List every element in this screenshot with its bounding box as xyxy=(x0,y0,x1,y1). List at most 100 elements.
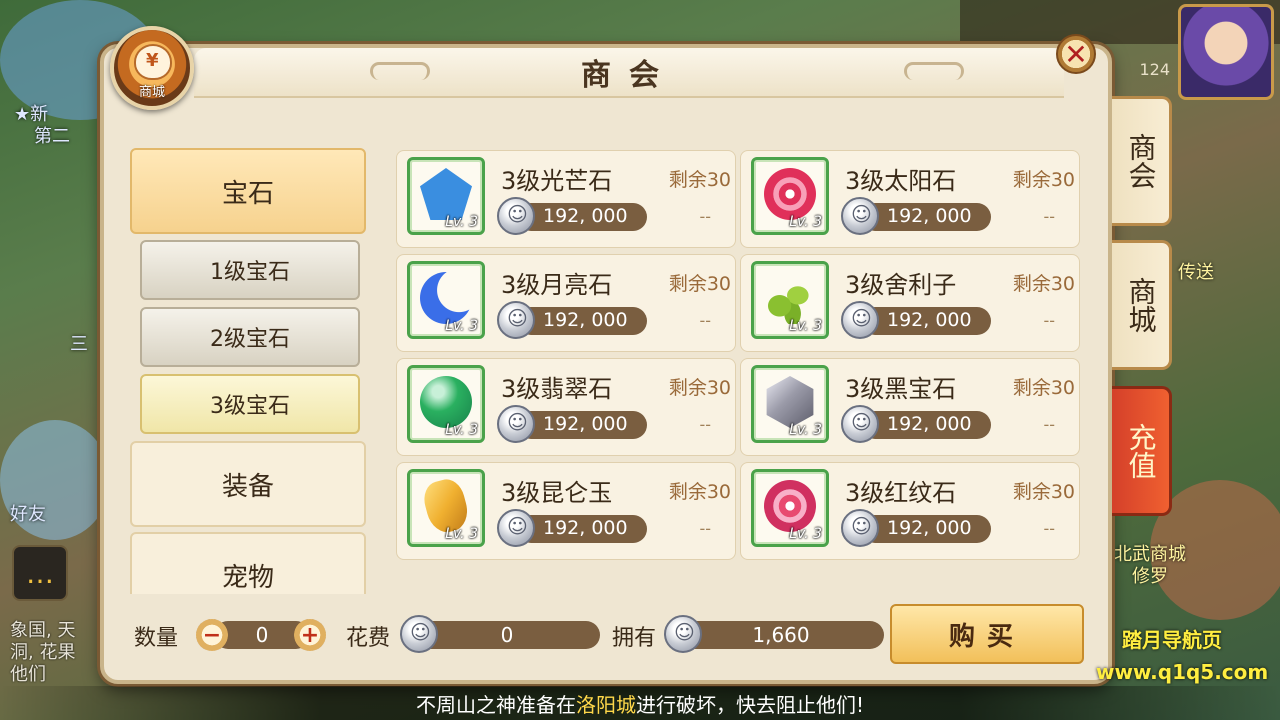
decrease-button[interactable]: − xyxy=(196,619,228,651)
item-level: Lv. 3 xyxy=(445,422,478,438)
item-level: Lv. 3 xyxy=(789,422,822,438)
category-pets[interactable]: 宠物 xyxy=(130,532,366,594)
item-remaining: 剩余30 xyxy=(1012,377,1075,399)
item-name: 3级月亮石 xyxy=(501,271,613,299)
item-name: 3级黑宝石 xyxy=(845,375,957,403)
price-bar: 192, 000 xyxy=(517,307,647,335)
item-card[interactable]: Lv. 3 3级昆仑玉 剩余30 192, 000 -- xyxy=(396,462,736,560)
owned-label: 拥有 xyxy=(612,626,657,651)
item-discount: -- xyxy=(699,311,711,330)
system-announcement: 不周山之神准备在 洛阳城 进行破坏，快去阻止他们! xyxy=(0,686,1280,720)
item-icon-frame: Lv. 3 xyxy=(751,469,829,547)
item-price: 192, 000 xyxy=(543,413,628,435)
item-icon-frame: Lv. 3 xyxy=(407,261,485,339)
friends-label[interactable]: 好友 xyxy=(10,500,46,526)
shop-badge-icon: ¥ 商城 xyxy=(110,26,194,110)
watermark-url: www.q1q5.com xyxy=(1096,660,1269,684)
silver-coin-icon xyxy=(841,197,879,235)
item-level: Lv. 3 xyxy=(445,318,478,334)
item-level: Lv. 3 xyxy=(789,214,822,230)
price-bar: 192, 000 xyxy=(861,515,991,543)
bg-text: 修罗 xyxy=(1132,566,1168,587)
item-discount: -- xyxy=(699,207,711,226)
category-gem-lv3[interactable]: 3级宝石 xyxy=(140,374,360,434)
item-level: Lv. 3 xyxy=(789,318,822,334)
shop-badge-label: 商城 xyxy=(138,85,165,100)
buy-button[interactable]: 购买 xyxy=(890,604,1084,664)
bg-text: 三 xyxy=(70,334,88,355)
item-card[interactable]: Lv. 3 3级舍利子 剩余30 192, 000 -- xyxy=(740,254,1080,352)
category-list: 宝石 1级宝石 2级宝石 3级宝石 装备 宠物 xyxy=(128,146,370,594)
silver-coin-icon xyxy=(497,509,535,547)
bg-text: 第二 xyxy=(34,126,70,147)
tab-recharge[interactable]: 充值 xyxy=(1112,386,1172,516)
price-bar: 192, 000 xyxy=(861,203,991,231)
owned-value: 1,660 xyxy=(678,621,884,649)
silver-coin-icon xyxy=(841,405,879,443)
cloud-ornament xyxy=(370,62,430,80)
player-avatar[interactable] xyxy=(1178,4,1274,100)
item-card[interactable]: Lv. 3 3级红纹石 剩余30 192, 000 -- xyxy=(740,462,1080,560)
category-gem-lv2[interactable]: 2级宝石 xyxy=(140,307,360,367)
item-level: Lv. 3 xyxy=(445,526,478,542)
item-discount: -- xyxy=(699,415,711,434)
item-icon-frame: Lv. 3 xyxy=(751,157,829,235)
silver-coin-icon xyxy=(841,509,879,547)
item-level: Lv. 3 xyxy=(789,526,822,542)
item-icon-frame: Lv. 3 xyxy=(407,469,485,547)
item-price: 192, 000 xyxy=(543,205,628,227)
item-card[interactable]: Lv. 3 3级太阳石 剩余30 192, 000 -- xyxy=(740,150,1080,248)
announcement-location: 洛阳城 xyxy=(575,692,636,717)
price-bar: 192, 000 xyxy=(517,203,647,231)
item-card[interactable]: Lv. 3 3级黑宝石 剩余30 192, 000 -- xyxy=(740,358,1080,456)
item-remaining: 剩余30 xyxy=(1012,169,1075,191)
item-icon-frame: Lv. 3 xyxy=(407,157,485,235)
chat-icon[interactable]: … xyxy=(12,545,68,601)
gem-swirl-icon xyxy=(764,168,816,220)
yen-symbol: ¥ xyxy=(146,50,159,71)
tab-mall[interactable]: 商城 xyxy=(1112,240,1172,370)
gem-diamond-icon xyxy=(766,376,814,428)
item-discount: -- xyxy=(1043,207,1055,226)
increase-button[interactable]: + xyxy=(294,619,326,651)
item-card[interactable]: Lv. 3 3级翡翠石 剩余30 192, 000 -- xyxy=(396,358,736,456)
watermark-title: 踏月导航页 xyxy=(1122,628,1222,652)
silver-coin-icon xyxy=(497,405,535,443)
cost-label: 花费 xyxy=(346,626,391,651)
item-icon-frame: Lv. 3 xyxy=(407,365,485,443)
category-equipment[interactable]: 装备 xyxy=(130,441,366,527)
item-remaining: 剩余30 xyxy=(668,481,731,503)
tab-chamber-of-commerce[interactable]: 商会 xyxy=(1112,96,1172,226)
shop-title-bar: 商会 xyxy=(194,48,1064,98)
item-remaining: 剩余30 xyxy=(668,377,731,399)
announcement-prefix: 不周山之神准备在 xyxy=(415,692,576,717)
price-bar: 192, 000 xyxy=(517,411,647,439)
price-bar: 192, 000 xyxy=(861,411,991,439)
item-price: 192, 000 xyxy=(887,205,972,227)
item-card[interactable]: Lv. 3 3级月亮石 剩余30 192, 000 -- xyxy=(396,254,736,352)
quantity-label: 数量 xyxy=(134,626,179,651)
category-gem-lv1[interactable]: 1级宝石 xyxy=(140,240,360,300)
item-remaining: 剩余30 xyxy=(668,169,731,191)
chat-log: 象国, 天 洞, 花果 他们 xyxy=(10,620,100,686)
category-gems[interactable]: 宝石 xyxy=(130,148,366,234)
item-name: 3级舍利子 xyxy=(845,271,957,299)
gem-moon-icon xyxy=(420,272,472,324)
close-button[interactable]: ✕ xyxy=(1056,34,1096,74)
item-price: 192, 000 xyxy=(887,413,972,435)
silver-coin-icon xyxy=(400,615,438,653)
item-name: 3级红纹石 xyxy=(845,479,957,507)
cost-value: 0 xyxy=(414,621,600,649)
announcement-suffix: 进行破坏，快去阻止他们! xyxy=(635,692,865,717)
gem-crystal-icon xyxy=(420,168,472,220)
item-discount: -- xyxy=(1043,519,1055,538)
silver-coin-icon xyxy=(497,301,535,339)
item-remaining: 剩余30 xyxy=(1012,481,1075,503)
item-icon-frame: Lv. 3 xyxy=(751,365,829,443)
price-bar: 192, 000 xyxy=(861,307,991,335)
item-remaining: 剩余30 xyxy=(668,273,731,295)
chat-line: 洞, 花果 xyxy=(10,642,76,663)
item-price: 192, 000 xyxy=(887,309,972,331)
gem-swirl-icon xyxy=(764,480,816,532)
item-card[interactable]: Lv. 3 3级光芒石 剩余30 192, 000 -- xyxy=(396,150,736,248)
